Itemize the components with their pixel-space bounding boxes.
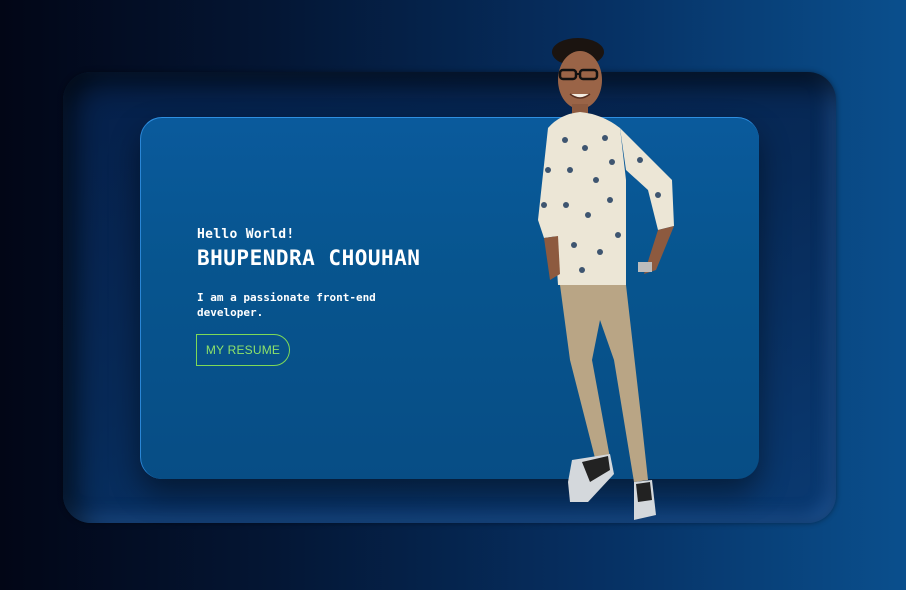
profile-portrait xyxy=(538,38,674,520)
resume-button[interactable]: MY RESUME xyxy=(196,334,290,366)
hero-tagline: I am a passionate front-end developer. xyxy=(197,291,376,319)
greeting-text: Hello World! xyxy=(197,227,295,242)
hero-name: BHUPENDRA CHOUHAN xyxy=(197,246,421,270)
